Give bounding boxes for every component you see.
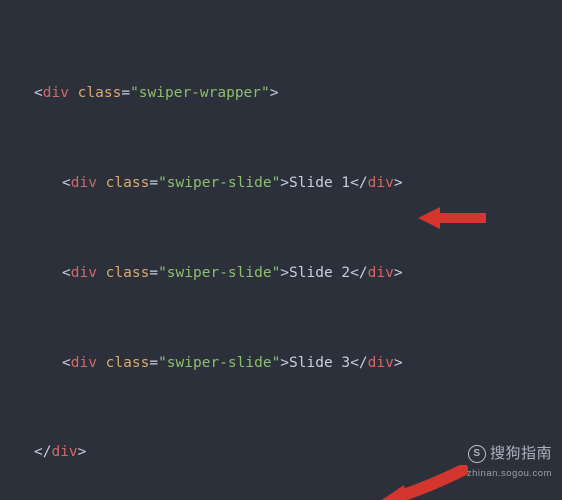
slide-class: swiper-slide (167, 175, 272, 191)
code-editor: <div class="swiper-wrapper"> <div class=… (0, 0, 562, 500)
watermark-url: zhinan.sogou.com (467, 467, 552, 482)
watermark-brand: 搜狗指南 (490, 442, 552, 465)
slide-1-text: Slide 1 (289, 175, 350, 191)
slide-3-text: Slide 3 (289, 355, 350, 371)
slide-2-text: Slide 2 (289, 265, 350, 281)
sogou-logo-icon: S (468, 445, 486, 463)
watermark: S 搜狗指南 zhinan.sogou.com (467, 442, 552, 482)
